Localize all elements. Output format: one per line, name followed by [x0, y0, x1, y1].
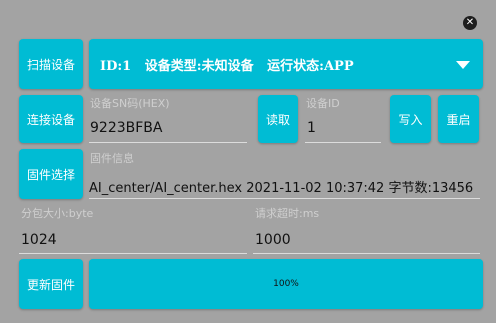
packet-size-label: 分包大小:byte	[21, 207, 94, 220]
sn-input[interactable]: 9223BFBA	[90, 120, 162, 136]
sn-underline	[89, 142, 247, 143]
progress-bar: 100%	[89, 259, 483, 309]
read-button[interactable]: 读取	[258, 95, 298, 143]
sn-label: 设备SN码(HEX)	[90, 97, 170, 110]
firmware-info-label: 固件信息	[90, 152, 134, 165]
request-timeout-underline	[253, 253, 480, 254]
write-button[interactable]: 写入	[390, 95, 431, 143]
close-button[interactable]: ✕	[463, 16, 477, 30]
chevron-down-icon[interactable]	[456, 61, 470, 69]
device-id-underline	[305, 142, 381, 143]
device-select-value: ID:1 设备类型:未知设备 运行状态:APP	[100, 58, 354, 74]
restart-button[interactable]: 重启	[438, 95, 479, 143]
firmware-info-underline	[89, 198, 480, 199]
progress-label: 100%	[273, 279, 299, 289]
packet-size-input[interactable]: 1024	[21, 232, 57, 248]
device-id-label: 设备ID	[306, 97, 340, 110]
firmware-info-value: AI_center/AI_center.hex 2021-11-02 10:37…	[89, 181, 474, 196]
update-firmware-button[interactable]: 更新固件	[19, 259, 83, 309]
request-timeout-input[interactable]: 1000	[255, 232, 291, 248]
close-icon: ✕	[465, 17, 475, 28]
firmware-select-button[interactable]: 固件选择	[19, 149, 83, 199]
device-id-input[interactable]: 1	[307, 120, 316, 136]
request-timeout-label: 请求超时:ms	[255, 207, 320, 220]
scan-device-button[interactable]: 扫描设备	[19, 39, 83, 89]
device-select[interactable]: ID:1 设备类型:未知设备 运行状态:APP	[89, 39, 483, 89]
packet-size-underline	[19, 253, 247, 254]
connect-device-button[interactable]: 连接设备	[19, 95, 83, 143]
